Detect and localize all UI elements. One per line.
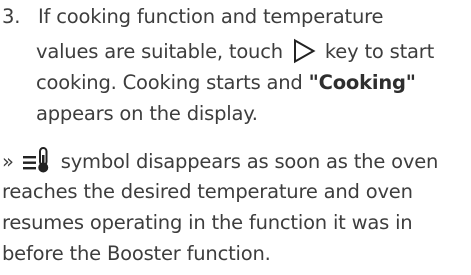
note-line-1: » symbol disappears as soon as the oven [2,146,438,176]
step-text-line-3-before: cooking. Cooking starts and [36,71,303,94]
step-line-4: appears on the display. [36,99,258,129]
step-text-line-1: If cooking function and temperature [38,5,384,28]
step-number: 3. [2,5,21,28]
note-prefix: » [2,150,14,173]
note-text-line-1: symbol disappears as soon as the oven [60,150,439,173]
step-line-2: values are suitable, touch key to start [36,37,434,67]
step-line-3: cooking. Cooking starts and "Cooking" [36,68,416,98]
cooking-status-label: "Cooking" [308,71,416,94]
instruction-document: 3. If cooking function and temperature va… [0,0,471,275]
note-text-line-3: resumes operating in the function it was… [2,211,413,234]
step-line-1: 3. If cooking function and temperature [2,2,384,32]
note-line-4: before the Booster function. [2,239,271,269]
note-line-2: reaches the desired temperature and oven [2,177,413,207]
step-text-line-4: appears on the display. [36,102,258,125]
step-text-line-2-after: key to start [324,40,435,63]
note-line-3: resumes operating in the function it was… [2,208,413,238]
note-text-line-4: before the Booster function. [2,242,271,265]
note-text-line-2: reaches the desired temperature and oven [2,180,413,203]
step-text-line-2-before: values are suitable, touch [36,40,283,63]
